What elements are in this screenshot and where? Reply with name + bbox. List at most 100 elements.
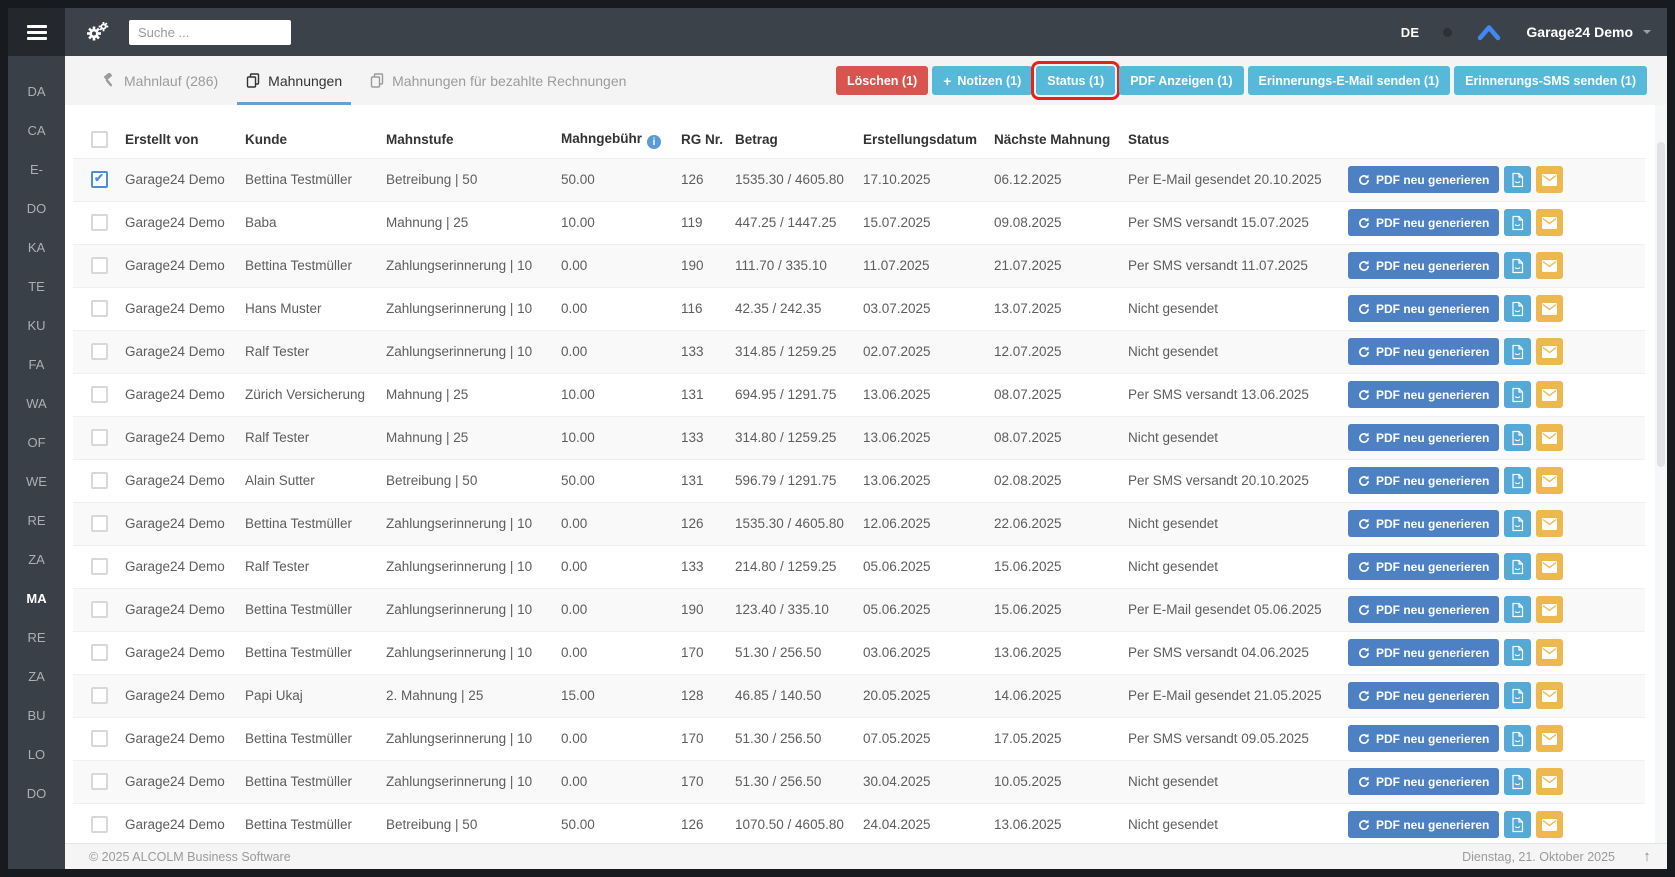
scrollbar-thumb[interactable]	[1657, 141, 1665, 467]
pdf-view-button[interactable]	[1504, 768, 1532, 795]
pdf-view-button[interactable]	[1504, 338, 1532, 365]
pdf-regenerate-button[interactable]: PDF neu generieren	[1348, 252, 1500, 279]
pdf-view-button[interactable]	[1504, 424, 1532, 451]
row-checkbox[interactable]	[91, 171, 108, 188]
info-icon[interactable]: i	[647, 135, 661, 149]
pdf-view-button[interactable]	[1504, 166, 1532, 193]
sidebar-item[interactable]: CA	[8, 111, 65, 150]
row-checkbox[interactable]	[91, 257, 108, 274]
sidebar-item[interactable]: FA	[8, 345, 65, 384]
sidebar-item[interactable]: KA	[8, 228, 65, 267]
sidebar-item[interactable]: WA	[8, 384, 65, 423]
select-all-checkbox[interactable]	[91, 131, 108, 149]
pdf-regenerate-button[interactable]: PDF neu generieren	[1348, 209, 1500, 236]
sidebar-item[interactable]: DO	[8, 189, 65, 228]
pdf-regenerate-button[interactable]: PDF neu generieren	[1348, 596, 1500, 623]
search-input[interactable]	[129, 19, 291, 45]
email-button[interactable]	[1536, 553, 1564, 580]
pdf-regenerate-button[interactable]: PDF neu generieren	[1348, 811, 1500, 839]
sidebar-item[interactable]: RE	[8, 618, 65, 657]
sidebar-item[interactable]: WE	[8, 462, 65, 501]
toolbar-button[interactable]: + Status (1)	[1031, 61, 1121, 100]
row-checkbox[interactable]	[91, 472, 108, 489]
pdf-view-button[interactable]	[1504, 209, 1532, 236]
row-checkbox[interactable]	[91, 343, 108, 360]
sidebar-item[interactable]: E-	[8, 150, 65, 189]
settings-gear-icon[interactable]	[85, 22, 109, 42]
tab[interactable]: Mahnungen	[232, 56, 356, 105]
pdf-view-button[interactable]	[1504, 596, 1532, 623]
email-button[interactable]	[1536, 811, 1564, 839]
sidebar-item[interactable]: TE	[8, 267, 65, 306]
pdf-regenerate-button[interactable]: PDF neu generieren	[1348, 295, 1500, 322]
pdf-regenerate-button[interactable]: PDF neu generieren	[1348, 166, 1500, 193]
email-button[interactable]	[1536, 682, 1564, 709]
pdf-regenerate-button[interactable]: PDF neu generieren	[1348, 424, 1500, 451]
sidebar-item[interactable]: BU	[8, 696, 65, 735]
pdf-regenerate-button[interactable]: PDF neu generieren	[1348, 467, 1500, 494]
pdf-view-button[interactable]	[1504, 381, 1532, 408]
row-checkbox[interactable]	[91, 386, 108, 403]
pdf-regenerate-button[interactable]: PDF neu generieren	[1348, 725, 1500, 752]
language-selector[interactable]: DE	[1401, 25, 1420, 40]
sidebar-item[interactable]: KU	[8, 306, 65, 345]
sidebar-item[interactable]: OF	[8, 423, 65, 462]
toolbar-button[interactable]: + Notizen (1)	[932, 66, 1033, 95]
row-checkbox[interactable]	[91, 773, 108, 790]
row-checkbox[interactable]	[91, 601, 108, 618]
row-checkbox[interactable]	[91, 644, 108, 661]
pdf-view-button[interactable]	[1504, 295, 1532, 322]
email-button[interactable]	[1536, 252, 1564, 279]
pdf-regenerate-button[interactable]: PDF neu generieren	[1348, 510, 1500, 537]
scrollbar[interactable]	[1655, 105, 1667, 843]
row-checkbox[interactable]	[91, 300, 108, 317]
sidebar-item[interactable]: LO	[8, 735, 65, 774]
row-checkbox[interactable]	[91, 214, 108, 231]
email-button[interactable]	[1536, 381, 1564, 408]
sidebar-item[interactable]: DA	[8, 72, 65, 111]
email-button[interactable]	[1536, 338, 1564, 365]
sidebar-item[interactable]: DO	[8, 774, 65, 813]
pdf-regenerate-button[interactable]: PDF neu generieren	[1348, 682, 1500, 709]
pdf-regenerate-button[interactable]: PDF neu generieren	[1348, 639, 1500, 666]
pdf-view-button[interactable]	[1504, 811, 1532, 839]
menu-toggle-button[interactable]	[8, 8, 65, 56]
row-checkbox[interactable]	[91, 730, 108, 747]
pdf-regenerate-button[interactable]: PDF neu generieren	[1348, 553, 1500, 580]
pdf-regenerate-button[interactable]: PDF neu generieren	[1348, 381, 1500, 408]
sidebar-item[interactable]: ZA	[8, 540, 65, 579]
pdf-regenerate-button[interactable]: PDF neu generieren	[1348, 768, 1500, 795]
row-checkbox[interactable]	[91, 687, 108, 704]
toolbar-button[interactable]: + Erinnerungs-SMS senden (1)	[1454, 66, 1647, 95]
email-button[interactable]	[1536, 166, 1564, 193]
pdf-view-button[interactable]	[1504, 553, 1532, 580]
sidebar-item[interactable]: ZA	[8, 657, 65, 696]
pdf-regenerate-button[interactable]: PDF neu generieren	[1348, 338, 1500, 365]
row-checkbox[interactable]	[91, 816, 108, 834]
tab[interactable]: Mahnlauf (286)	[87, 56, 232, 105]
email-button[interactable]	[1536, 725, 1564, 752]
email-button[interactable]	[1536, 768, 1564, 795]
email-button[interactable]	[1536, 510, 1564, 537]
sidebar-item[interactable]: RE	[8, 501, 65, 540]
pdf-view-button[interactable]	[1504, 252, 1532, 279]
sidebar-item[interactable]: MA	[8, 579, 65, 618]
email-button[interactable]	[1536, 467, 1564, 494]
email-button[interactable]	[1536, 424, 1564, 451]
email-button[interactable]	[1536, 295, 1564, 322]
pdf-view-button[interactable]	[1504, 510, 1532, 537]
email-button[interactable]	[1536, 209, 1564, 236]
row-checkbox[interactable]	[91, 558, 108, 575]
email-button[interactable]	[1536, 639, 1564, 666]
pdf-view-button[interactable]	[1504, 639, 1532, 666]
row-checkbox[interactable]	[91, 515, 108, 532]
pdf-view-button[interactable]	[1504, 682, 1532, 709]
toolbar-button[interactable]: + Löschen (1)	[836, 66, 929, 95]
scroll-top-button[interactable]: ↑	[1635, 846, 1659, 868]
row-checkbox[interactable]	[91, 429, 108, 446]
tab[interactable]: Mahnungen für bezahlte Rechnungen	[356, 56, 640, 105]
toolbar-button[interactable]: + Erinnerungs-E-Mail senden (1)	[1247, 66, 1451, 95]
account-menu[interactable]: Garage24 Demo	[1526, 24, 1651, 40]
email-button[interactable]	[1536, 596, 1564, 623]
pdf-view-button[interactable]	[1504, 725, 1532, 752]
